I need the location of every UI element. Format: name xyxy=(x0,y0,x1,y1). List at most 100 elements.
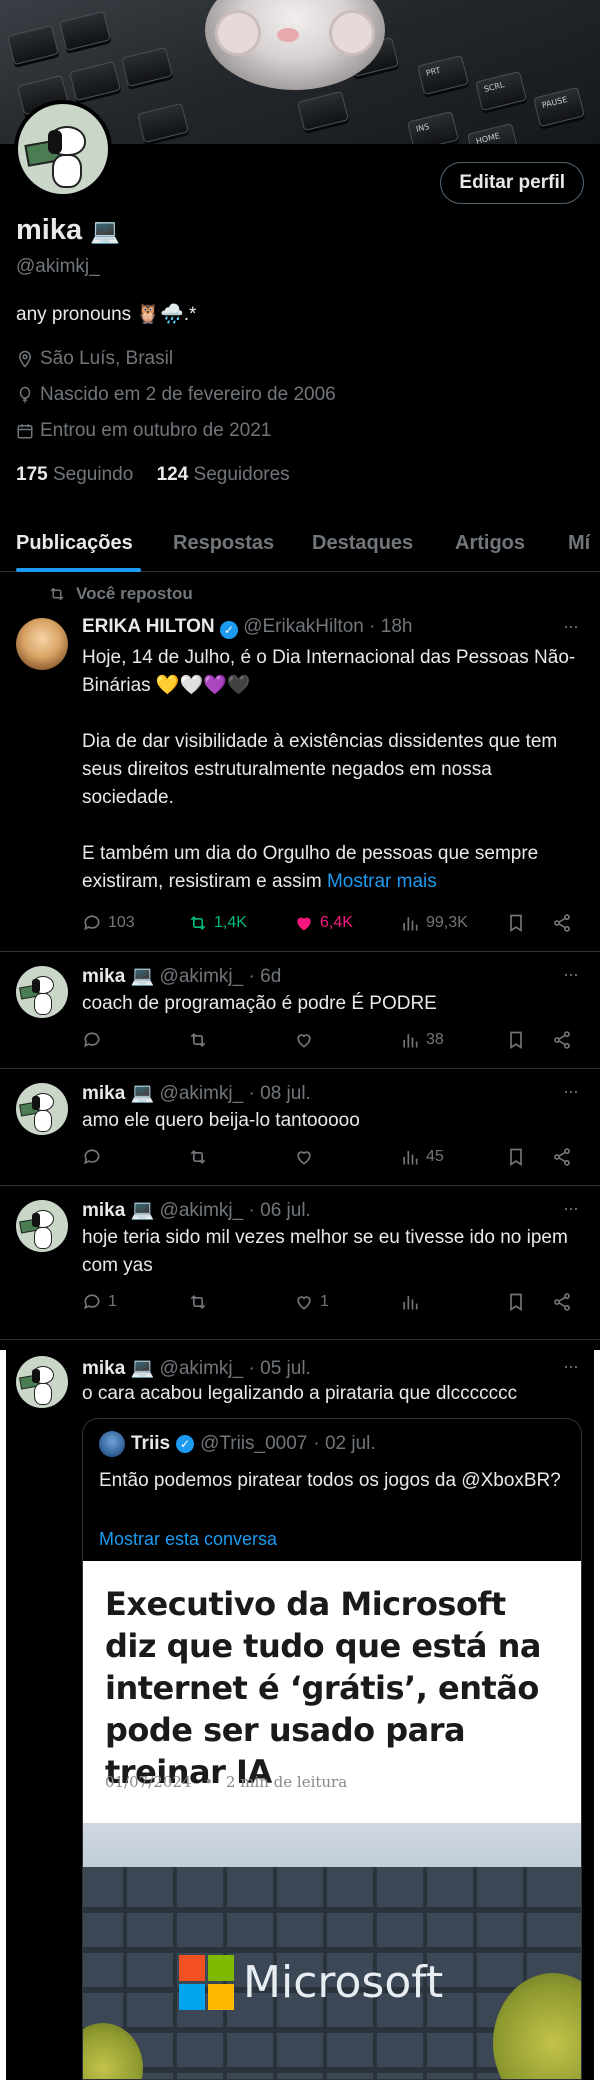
quote-avatar[interactable] xyxy=(99,1431,125,1457)
like-button[interactable]: 6,4K xyxy=(294,913,353,933)
reply-button[interactable] xyxy=(82,1147,108,1167)
repost-count: 1,4K xyxy=(214,914,247,931)
follow-stats: 175 Seguindo 124 Seguidores xyxy=(16,464,290,486)
post-item[interactable]: ERIKA HILTON ✓ @ErikakHilton · 18h ··· H… xyxy=(0,600,600,952)
snoopy-body xyxy=(34,1383,52,1405)
post-handle[interactable]: @akimkj_ xyxy=(160,1358,244,1379)
post-time[interactable]: · 18h xyxy=(369,616,412,637)
tab-highlights[interactable]: Destaques xyxy=(312,532,413,555)
show-conversation-link[interactable]: Mostrar esta conversa xyxy=(99,1529,277,1550)
following-label: Seguindo xyxy=(52,464,134,485)
tab-media[interactable]: Mí xyxy=(568,532,590,555)
tab-articles[interactable]: Artigos xyxy=(455,532,525,555)
more-options-icon[interactable]: ··· xyxy=(563,1356,579,1377)
quoted-post[interactable]: Triis ✓ @Triis_0007 · 02 jul. Então pode… xyxy=(82,1418,582,2080)
repost-icon xyxy=(190,1032,206,1048)
building-floor xyxy=(83,1907,581,1913)
share-button[interactable] xyxy=(552,1030,572,1050)
location-text: São Luís, Brasil xyxy=(40,348,174,369)
more-options-icon[interactable]: ··· xyxy=(563,1198,579,1219)
more-options-icon[interactable]: ··· xyxy=(563,616,579,637)
repost-icon xyxy=(190,915,206,931)
views-button[interactable]: 38 xyxy=(400,1030,444,1050)
repost-button[interactable] xyxy=(188,1147,214,1167)
rat-ear xyxy=(215,10,261,56)
profile-avatar[interactable] xyxy=(14,100,112,198)
snoopy-body xyxy=(34,1227,52,1249)
reply-button[interactable]: 1 xyxy=(82,1292,117,1312)
followers-label: Seguidores xyxy=(193,464,290,485)
followers-link[interactable]: 124 Seguidores xyxy=(157,464,290,485)
views-button[interactable]: 45 xyxy=(400,1147,444,1167)
avatar[interactable] xyxy=(16,966,68,1018)
avatar[interactable] xyxy=(16,1083,68,1135)
post-time[interactable]: · 6d xyxy=(249,966,282,987)
bookmark-icon xyxy=(510,914,522,933)
building-column xyxy=(473,1867,477,2079)
bookmark-icon xyxy=(510,1148,522,1167)
post-item[interactable]: mika 💻 @akimkj_ · 06 jul. ··· hoje teria… xyxy=(0,1186,600,1340)
quote-time[interactable]: · 02 jul. xyxy=(313,1433,375,1455)
snoopy-ear xyxy=(32,979,40,993)
post-time[interactable]: · 05 jul. xyxy=(249,1358,311,1379)
post-item[interactable]: mika 💻 @akimkj_ · 6d ··· coach de progra… xyxy=(0,952,600,1069)
share-button[interactable] xyxy=(552,913,572,933)
like-button[interactable] xyxy=(294,1030,320,1050)
article-meta: 01/07/2024 • 2 min de leitura xyxy=(105,1773,348,1791)
repost-button[interactable] xyxy=(188,1030,214,1050)
avatar[interactable] xyxy=(16,618,68,670)
snoopy-ear xyxy=(32,1096,40,1110)
post-item[interactable]: mika 💻 @akimkj_ · 08 jul. ··· amo ele qu… xyxy=(0,1069,600,1186)
post-time[interactable]: · 08 jul. xyxy=(249,1083,311,1104)
post-handle[interactable]: @akimkj_ xyxy=(160,966,244,987)
laptop-emoji: 💻 xyxy=(90,217,121,245)
quote-handle[interactable]: @Triis_0007 xyxy=(200,1433,307,1455)
post-handle[interactable]: @akimkj_ xyxy=(160,1200,244,1221)
snoopy-ear xyxy=(32,1369,40,1383)
snoopy-ear xyxy=(32,1213,40,1227)
reply-button[interactable]: 103 xyxy=(82,913,135,933)
post-text-body: Hoje, 14 de Julho, é o Dia Internacional… xyxy=(82,647,576,892)
post-handle[interactable]: @akimkj_ xyxy=(160,1083,244,1104)
quote-author[interactable]: Triis xyxy=(131,1433,170,1455)
reply-icon xyxy=(84,1032,100,1048)
keyboard-key: PRT xyxy=(417,54,469,96)
post-header: mika 💻 @akimkj_ · 6d xyxy=(82,964,281,988)
snoopy-body xyxy=(52,154,82,188)
repost-button[interactable]: 1,4K xyxy=(188,913,247,933)
avatar[interactable] xyxy=(16,1200,68,1252)
show-more-link[interactable]: Mostrar mais xyxy=(327,871,437,892)
views-button[interactable] xyxy=(400,1292,426,1312)
heart-icon xyxy=(297,1151,311,1165)
bookmark-button[interactable] xyxy=(506,1030,526,1050)
like-button[interactable]: 1 xyxy=(294,1292,329,1312)
post-author[interactable]: ERIKA HILTON xyxy=(82,616,215,637)
views-button[interactable]: 99,3K xyxy=(400,913,468,933)
microsoft-logo-icon xyxy=(179,1955,235,2011)
avatar[interactable] xyxy=(16,1356,68,1408)
more-options-icon[interactable]: ··· xyxy=(563,1081,579,1102)
following-link[interactable]: 175 Seguindo xyxy=(16,464,133,485)
bookmark-button[interactable] xyxy=(506,1292,526,1312)
share-button[interactable] xyxy=(552,1292,572,1312)
share-icon xyxy=(554,1293,570,1311)
reply-button[interactable] xyxy=(82,1030,108,1050)
post-text: amo ele quero beija-lo tantooooo xyxy=(82,1110,360,1131)
post-author[interactable]: mika 💻 xyxy=(82,1083,154,1104)
like-button[interactable] xyxy=(294,1147,320,1167)
edit-profile-button[interactable]: Editar perfil xyxy=(440,162,584,204)
post-author[interactable]: mika 💻 xyxy=(82,966,154,987)
share-button[interactable] xyxy=(552,1147,572,1167)
bookmark-button[interactable] xyxy=(506,1147,526,1167)
rat-nose xyxy=(277,28,299,42)
tab-posts[interactable]: Publicações xyxy=(16,532,133,555)
post-handle[interactable]: @ErikakHilton xyxy=(243,616,364,637)
post-author[interactable]: mika 💻 xyxy=(82,1358,154,1379)
tab-replies[interactable]: Respostas xyxy=(173,532,274,555)
article-image[interactable]: Executivo da Microsoft diz que tudo que … xyxy=(83,1561,581,2079)
post-time[interactable]: · 06 jul. xyxy=(249,1200,311,1221)
repost-button[interactable] xyxy=(188,1292,214,1312)
bookmark-button[interactable] xyxy=(506,913,526,933)
post-author[interactable]: mika 💻 xyxy=(82,1200,154,1221)
more-options-icon[interactable]: ··· xyxy=(563,964,579,985)
